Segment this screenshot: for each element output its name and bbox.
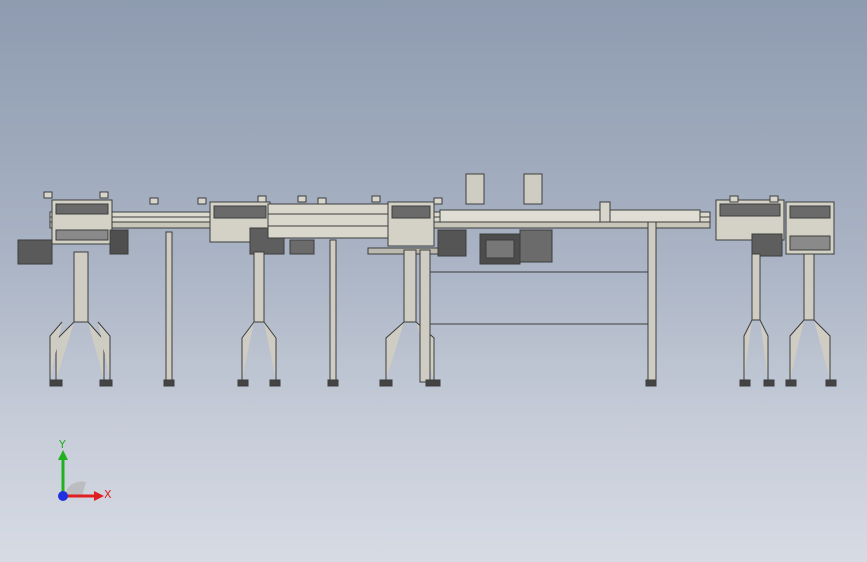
x-axis-arrow bbox=[94, 491, 104, 501]
rotary-disc-table bbox=[267, 203, 389, 239]
z-axis-dot bbox=[58, 491, 68, 501]
leveling-feet bbox=[49, 379, 837, 387]
y-axis-label: Y bbox=[58, 438, 66, 451]
coordinate-triad: Y X bbox=[58, 438, 112, 501]
conveyor-assembly-model[interactable] bbox=[0, 0, 867, 562]
y-axis-arrow bbox=[58, 450, 68, 460]
turntable-right-b bbox=[785, 201, 835, 255]
x-axis-label: X bbox=[104, 488, 112, 501]
cad-viewport[interactable]: Y X bbox=[0, 0, 867, 562]
turntable-right-a bbox=[715, 199, 785, 257]
turntable-left bbox=[17, 199, 129, 265]
